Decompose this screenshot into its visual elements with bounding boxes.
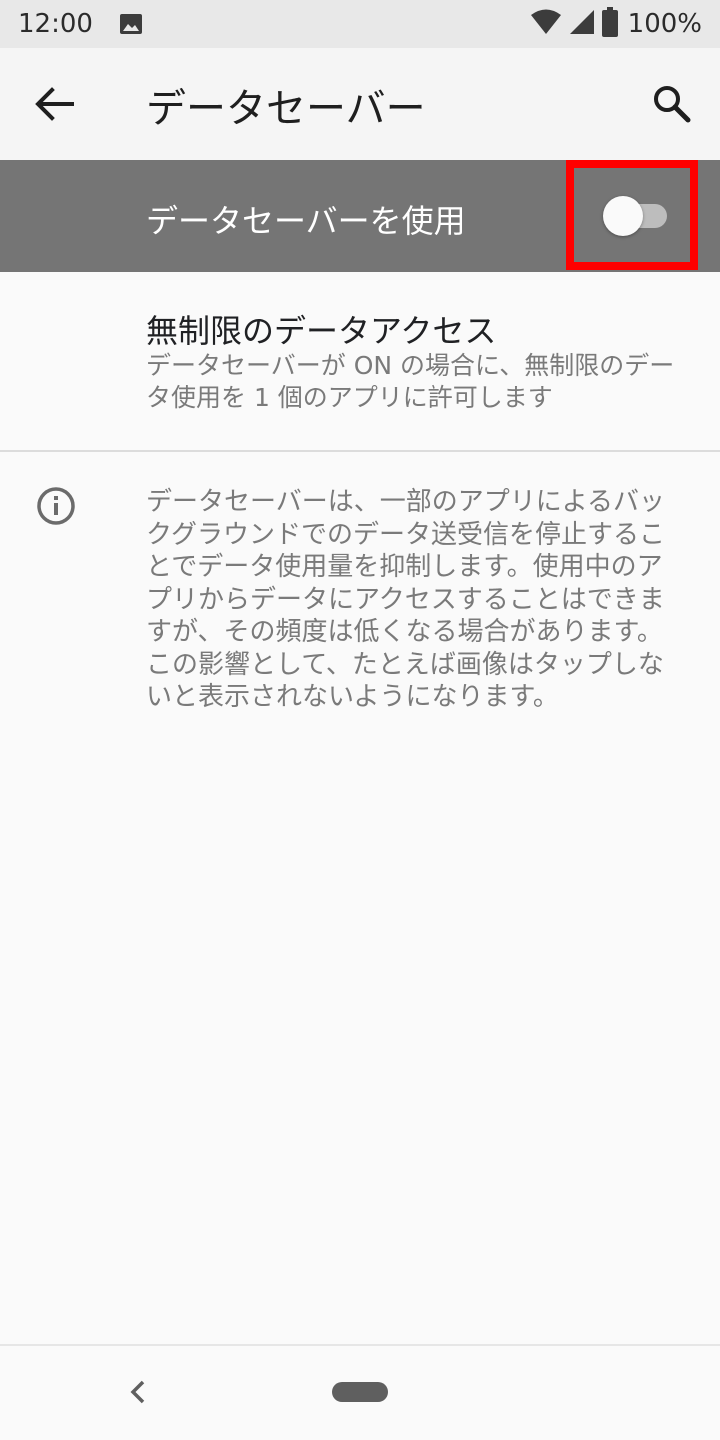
home-pill[interactable] xyxy=(332,1382,388,1402)
cellular-icon xyxy=(568,8,596,40)
divider xyxy=(0,450,720,452)
toggle-thumb xyxy=(603,196,643,236)
unrestricted-data-access-item[interactable]: 無制限のデータアクセス データセーバーが ON の場合に、無制限のデータ使用を … xyxy=(0,272,720,450)
status-time: 12:00 xyxy=(18,9,93,39)
wifi-icon xyxy=(530,8,562,40)
back-arrow-icon[interactable] xyxy=(32,84,76,124)
search-icon[interactable] xyxy=(650,82,694,126)
app-bar: データセーバー xyxy=(0,48,720,160)
data-saver-toggle[interactable] xyxy=(603,196,667,236)
image-icon xyxy=(119,12,143,36)
status-bar: 12:00 100% xyxy=(0,0,720,48)
page-title: データセーバー xyxy=(146,86,426,132)
nav-back-icon[interactable] xyxy=(126,1378,152,1406)
battery-percentage: 100% xyxy=(627,9,702,39)
status-indicators: 100% xyxy=(530,7,702,41)
info-description: データセーバーは、一部のアプリによるバックグラウンドでのデータ送受信を停止するこ… xyxy=(146,487,665,712)
unrestricted-summary: データセーバーが ON の場合に、無制限のデータ使用を 1 個のアプリに許可しま… xyxy=(146,351,675,412)
info-icon xyxy=(36,486,76,526)
master-switch-label: データセーバーを使用 xyxy=(146,202,466,240)
navigation-bar xyxy=(0,1344,720,1440)
battery-icon xyxy=(601,7,618,41)
unrestricted-title: 無制限のデータアクセス xyxy=(146,312,497,350)
